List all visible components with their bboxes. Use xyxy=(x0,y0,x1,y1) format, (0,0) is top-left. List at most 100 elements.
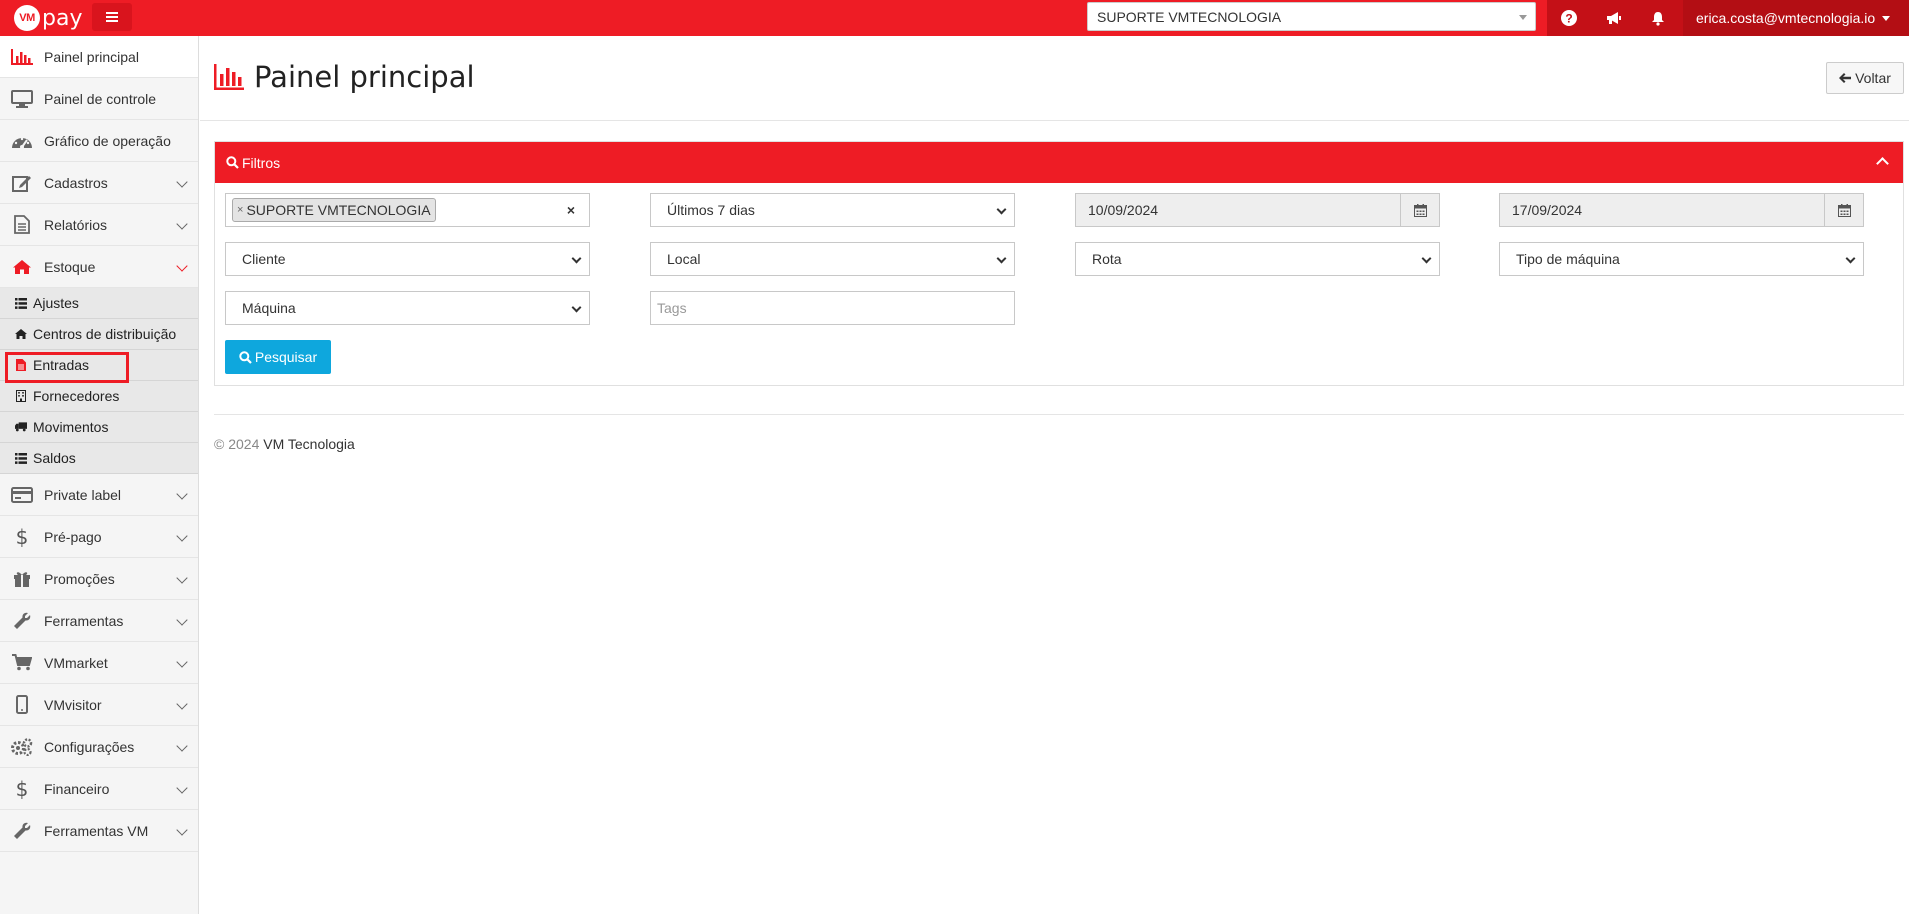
page-title: Painel principal xyxy=(214,60,475,94)
sidebar-item-painel-principal[interactable]: Painel principal xyxy=(0,36,198,78)
menu-toggle-button[interactable] xyxy=(92,3,132,31)
clear-icon[interactable]: × xyxy=(567,202,575,218)
calendar-button[interactable] xyxy=(1824,194,1863,226)
sidebar-item-financeiro[interactable]: $ Financeiro xyxy=(0,768,198,810)
building-icon xyxy=(15,390,27,402)
sidebar-item-label: Configurações xyxy=(44,738,135,755)
logo[interactable]: VM pay xyxy=(14,3,82,33)
chevron-up-icon[interactable] xyxy=(1876,157,1889,170)
company-tag-select[interactable]: × SUPORTE VMTECNOLOGIA × xyxy=(225,193,590,227)
list-icon xyxy=(15,297,27,309)
sidebar-item-vmmarket[interactable]: VMmarket xyxy=(0,642,198,684)
sidebar-item-label: Painel principal xyxy=(44,48,139,65)
rota-select[interactable]: Rota xyxy=(1075,242,1440,276)
period-select[interactable]: Últimos 7 dias xyxy=(650,193,1015,227)
sidebar-subitem-label: Centros de distribuição xyxy=(33,326,177,342)
chevron-down-icon xyxy=(176,530,188,542)
sidebar-subitem-label: Movimentos xyxy=(33,419,109,435)
footer-copyright: © 2024 xyxy=(214,436,260,452)
calendar-icon xyxy=(1413,203,1427,217)
file-icon xyxy=(10,215,34,235)
monitor-icon xyxy=(10,89,34,109)
page-title-text: Painel principal xyxy=(254,60,475,94)
date-from-field[interactable]: 10/09/2024 xyxy=(1075,193,1440,227)
rota-select-value: Rota xyxy=(1092,251,1122,267)
tags-input[interactable] xyxy=(650,291,1015,325)
sidebar-subitem-movimentos[interactable]: Movimentos xyxy=(0,412,198,443)
bell-icon xyxy=(1652,11,1664,26)
sidebar-item-cadastros[interactable]: Cadastros xyxy=(0,162,198,204)
sidebar-item-grafico-operacao[interactable]: Gráfico de operação xyxy=(0,120,198,162)
dollar-icon: $ xyxy=(10,779,34,799)
arrow-left-icon xyxy=(1839,73,1852,83)
sidebar-item-private-label[interactable]: Private label xyxy=(0,474,198,516)
user-email: erica.costa@vmtecnologia.io xyxy=(1696,10,1876,26)
chevron-down-icon xyxy=(571,302,582,313)
announcements-button[interactable] xyxy=(1592,0,1636,36)
bar-chart-icon xyxy=(214,64,244,90)
truck-icon xyxy=(15,421,27,433)
filter-panel-title: Filtros xyxy=(242,154,281,171)
date-to-field[interactable]: 17/09/2024 xyxy=(1499,193,1864,227)
dollar-icon: $ xyxy=(10,527,34,547)
sidebar-item-estoque[interactable]: Estoque xyxy=(0,246,198,288)
company-select-value: SUPORTE VMTECNOLOGIA xyxy=(1097,8,1282,25)
maquina-select[interactable]: Máquina xyxy=(225,291,590,325)
chevron-down-icon xyxy=(176,218,188,230)
maquina-select-value: Máquina xyxy=(242,300,296,316)
calendar-button[interactable] xyxy=(1400,194,1439,226)
sidebar-subitem-label: Entradas xyxy=(33,357,90,373)
tipo-maquina-select[interactable]: Tipo de máquina xyxy=(1499,242,1864,276)
back-button[interactable]: Voltar xyxy=(1826,62,1904,94)
sidebar-subitem-ajustes[interactable]: Ajustes xyxy=(0,288,198,319)
chevron-down-icon xyxy=(176,698,188,710)
search-button[interactable]: Pesquisar xyxy=(225,340,331,374)
help-button[interactable]: ? xyxy=(1547,0,1591,36)
wrench-icon xyxy=(10,821,34,841)
dashboard-icon xyxy=(10,131,34,151)
cliente-select[interactable]: Cliente xyxy=(225,242,590,276)
notifications-button[interactable] xyxy=(1636,0,1680,36)
company-select[interactable]: SUPORTE VMTECNOLOGIA xyxy=(1087,2,1536,31)
sidebar-subitem-saldos[interactable]: Saldos xyxy=(0,443,198,474)
sidebar-item-vmvisitor[interactable]: VMvisitor xyxy=(0,684,198,726)
sidebar-item-label: Private label xyxy=(44,486,122,503)
sidebar-item-painel-controle[interactable]: Painel de controle xyxy=(0,78,198,120)
footer-divider xyxy=(214,414,1904,415)
chevron-down-icon xyxy=(176,260,188,272)
sidebar-item-label: Estoque xyxy=(44,258,96,275)
sidebar-item-ferramentas[interactable]: Ferramentas xyxy=(0,600,198,642)
company-tag-label: SUPORTE VMTECNOLOGIA xyxy=(246,202,431,218)
sidebar-item-pre-pago[interactable]: $ Pré-pago xyxy=(0,516,198,558)
chevron-down-icon xyxy=(176,824,188,836)
sidebar-item-ferramentas-vm[interactable]: Ferramentas VM xyxy=(0,810,198,852)
bar-chart-icon xyxy=(10,47,34,67)
remove-tag-icon[interactable]: × xyxy=(237,204,243,216)
user-menu[interactable]: erica.costa@vmtecnologia.io xyxy=(1683,0,1909,36)
chevron-down-icon xyxy=(996,204,1007,215)
logo-text: pay xyxy=(42,5,83,31)
sidebar-item-configuracoes[interactable]: Configurações xyxy=(0,726,198,768)
calendar-icon xyxy=(1837,203,1851,217)
local-select-value: Local xyxy=(667,251,701,267)
sidebar-item-relatorios[interactable]: Relatórios xyxy=(0,204,198,246)
sidebar-item-label: Financeiro xyxy=(44,780,110,797)
filter-panel-header[interactable]: Filtros xyxy=(215,142,1903,183)
svg-text:$: $ xyxy=(16,527,29,547)
sidebar-item-promocoes[interactable]: Promoções xyxy=(0,558,198,600)
sidebar-subitem-fornecedores[interactable]: Fornecedores xyxy=(0,381,198,412)
footer: © 2024 VM Tecnologia xyxy=(214,436,355,452)
chevron-down-icon xyxy=(176,782,188,794)
home-icon xyxy=(15,328,27,340)
sidebar-subitem-entradas[interactable]: Entradas xyxy=(0,350,198,381)
page-header: Painel principal Voltar xyxy=(200,36,1909,121)
footer-brand-link[interactable]: VM Tecnologia xyxy=(263,436,355,452)
sidebar-item-label: VMvisitor xyxy=(44,696,102,713)
local-select[interactable]: Local xyxy=(650,242,1015,276)
mobile-icon xyxy=(10,695,34,715)
chevron-down-icon xyxy=(176,572,188,584)
sidebar-subitem-centros[interactable]: Centros de distribuição xyxy=(0,319,198,350)
credit-card-icon xyxy=(10,485,34,505)
question-circle-icon: ? xyxy=(1561,10,1577,26)
company-tag: × SUPORTE VMTECNOLOGIA xyxy=(232,198,436,222)
